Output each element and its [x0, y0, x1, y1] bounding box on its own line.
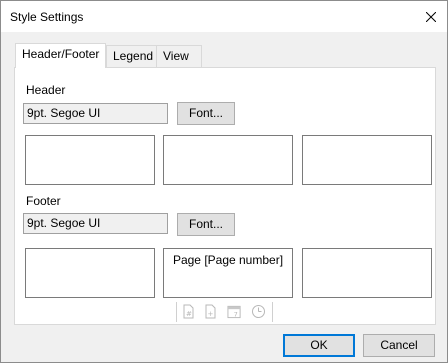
- header-font-button[interactable]: Font...: [177, 102, 235, 125]
- footer-right-box[interactable]: [302, 248, 432, 298]
- tab-header-footer[interactable]: Header/Footer: [15, 43, 107, 68]
- footer-center-text: Page [Page number]: [172, 253, 284, 267]
- cancel-button-label: Cancel: [380, 338, 418, 352]
- date-icon[interactable]: 7: [227, 304, 242, 319]
- svg-text:#: #: [186, 310, 192, 318]
- footer-font-button[interactable]: Font...: [177, 213, 235, 236]
- footer-font-field: 9pt. Segoe UI: [23, 213, 168, 234]
- tab-label: Header/Footer: [22, 47, 100, 61]
- page-number-icon[interactable]: #: [181, 304, 196, 319]
- header-font-button-label: Font...: [188, 106, 223, 120]
- window-title: Style Settings: [10, 10, 84, 24]
- footer-left-box[interactable]: [25, 248, 155, 298]
- footer-font-button-label: Font...: [188, 217, 223, 231]
- header-section-label: Header: [26, 83, 66, 97]
- header-right-box[interactable]: [302, 135, 432, 185]
- tab-label: View: [163, 49, 189, 63]
- close-icon: [426, 11, 436, 22]
- svg-text:7: 7: [234, 311, 238, 319]
- tab-view[interactable]: View: [156, 45, 202, 67]
- footer-center-box[interactable]: Page [Page number]: [163, 248, 293, 298]
- header-font-value: 9pt. Segoe UI: [27, 106, 101, 120]
- footer-font-value: 9pt. Segoe UI: [27, 216, 101, 230]
- footer-section-label: Footer: [26, 194, 61, 208]
- toolbar-separator: [272, 302, 273, 322]
- cancel-button[interactable]: Cancel: [363, 334, 435, 357]
- toolbar-separator: [176, 302, 177, 322]
- header-left-box[interactable]: [25, 135, 155, 185]
- header-center-box[interactable]: [163, 135, 293, 185]
- page-count-icon[interactable]: +: [203, 304, 218, 319]
- header-font-field: 9pt. Segoe UI: [23, 103, 168, 124]
- time-icon[interactable]: [251, 304, 266, 319]
- tab-label: Legend: [113, 49, 154, 63]
- title-bar: Style Settings: [1, 1, 447, 32]
- ok-button[interactable]: OK: [283, 334, 355, 357]
- style-settings-dialog: Style Settings Header/Footer Legend View…: [0, 0, 448, 363]
- svg-text:+: +: [208, 310, 214, 318]
- ok-button-label: OK: [310, 338, 328, 352]
- tab-legend[interactable]: Legend: [106, 45, 161, 67]
- close-button[interactable]: [415, 1, 447, 32]
